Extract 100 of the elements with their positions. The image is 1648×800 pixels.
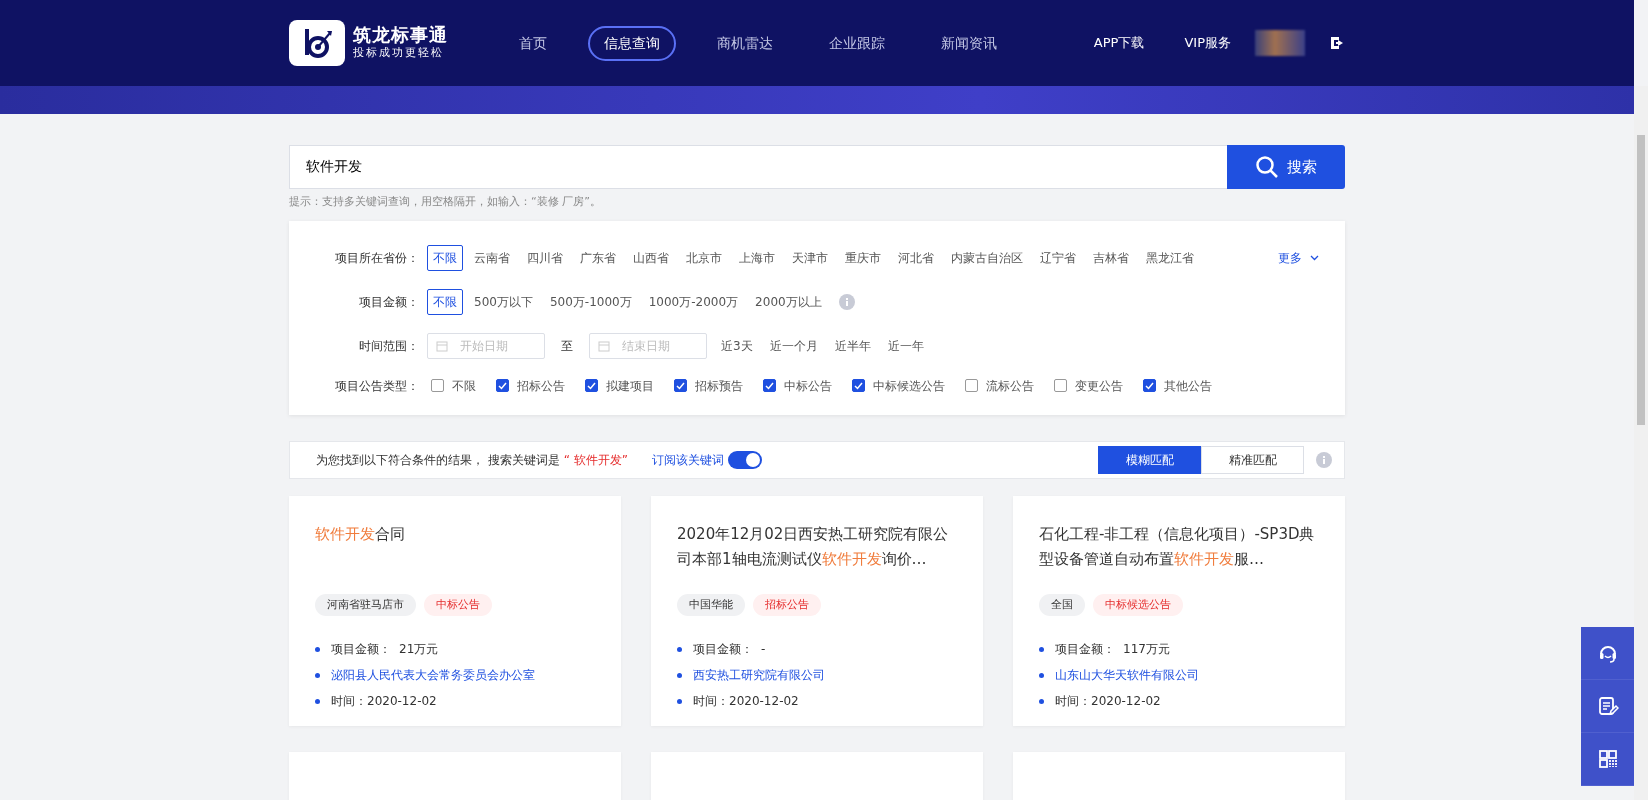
info-icon (838, 293, 855, 310)
search-button[interactable]: 搜索 (1227, 145, 1345, 189)
filter-option[interactable]: 河北省 (892, 244, 940, 271)
match-mode-tab[interactable]: 模糊匹配 (1098, 445, 1201, 474)
checkbox-label: 招标预告 (695, 377, 743, 395)
checkbox[interactable] (674, 379, 687, 392)
amount-label: 项目金额： (331, 641, 391, 658)
result-card[interactable]: 2020年12月02日西安热工研究院有限公司本部1轴电流测试仪软件开发询价… 中国华能 招标公告 项目金额： - 西安热工研究院有限公司 时间：2020-12-02 (651, 495, 983, 726)
chevron-down-icon (1310, 254, 1319, 261)
subscribe-toggle[interactable] (728, 450, 763, 469)
result-card[interactable]: 软件开发合同 河南省驻马店市 中标公告 项目金额： 21万元 泌阳县人民代表大会常务委员会办公室 时间：2020-12-02 (289, 495, 621, 726)
quick-range-option[interactable]: 近一年 (881, 332, 930, 359)
filter-option[interactable]: 重庆市 (839, 244, 887, 271)
filter-option[interactable]: 2000万以上 (749, 288, 828, 315)
checkbox-label: 中标公告 (784, 377, 832, 395)
checkbox[interactable] (763, 379, 776, 392)
match-mode-tab[interactable]: 精准匹配 (1201, 445, 1304, 474)
region-tag: 河南省驻马店市 (315, 593, 416, 616)
filter-option[interactable]: 四川省 (521, 244, 569, 271)
edit-note-icon (1596, 695, 1619, 717)
bullet-icon (677, 672, 682, 678)
amount-value: 117万元 (1123, 641, 1170, 658)
checkbox[interactable] (431, 379, 444, 392)
quick-range-option[interactable]: 近半年 (828, 332, 877, 359)
quick-range-option[interactable]: 近3天 (715, 332, 759, 359)
checkbox-label: 其他公告 (1164, 377, 1212, 395)
qr-code-icon (1596, 748, 1619, 770)
filter-option[interactable]: 天津市 (786, 244, 834, 271)
logout-icon[interactable] (1329, 35, 1345, 51)
filter-label: 项目公告类型： (334, 377, 419, 395)
amount-label: 项目金额： (1055, 641, 1115, 658)
checkbox-label: 中标候选公告 (873, 377, 945, 395)
date-separator: 至 (561, 337, 573, 355)
more-link[interactable]: 更多 (1278, 248, 1319, 267)
quick-range-option[interactable]: 近一个月 (763, 332, 824, 359)
avatar-placeholder[interactable] (1255, 30, 1305, 56)
logo-slogan: 投标成功更轻松 (353, 44, 445, 61)
filter-option[interactable]: 吉林省 (1087, 244, 1135, 271)
nav-tab[interactable]: 信息查询 (588, 25, 676, 61)
filter-option[interactable]: 山西省 (627, 244, 675, 271)
notice-type-tag: 招标公告 (753, 593, 821, 616)
card-title[interactable]: 2020年12月02日西安热工研究院有限公司本部1轴电流测试仪软件开发询价… (677, 521, 957, 572)
checkbox[interactable] (1143, 379, 1156, 392)
filter-option[interactable]: 广东省 (574, 244, 622, 271)
filter-option[interactable]: 500万以下 (468, 288, 539, 315)
search-keyword: “ 软件开发” (563, 451, 629, 469)
card-title[interactable]: 软件开发合同 (315, 521, 595, 572)
nav-tab[interactable]: 首页 (504, 26, 562, 60)
filter-option[interactable]: 北京市 (680, 244, 728, 271)
checkbox-label: 变更公告 (1075, 377, 1123, 395)
checkbox[interactable] (965, 379, 978, 392)
filter-option[interactable]: 云南省 (468, 244, 516, 271)
filter-option[interactable]: 1000万-2000万 (642, 288, 745, 315)
filter-option[interactable]: 黑龙江省 (1140, 244, 1200, 271)
bullet-icon (1039, 672, 1044, 678)
result-card[interactable]: 石化工程-非工程（信息化项目）-SP3D典型设备管道自动布置软件开发服… 全国 中标候选公告 项目金额： 117万元 山东山大华天软件有限公司 时间：2020-12-02 (1013, 495, 1345, 726)
search-field[interactable]: 软件开发 (289, 145, 1227, 189)
notice-type-tag: 中标公告 (424, 593, 492, 616)
organization-link[interactable]: 山东山大华天软件有限公司 (1055, 666, 1199, 684)
bullet-icon (1039, 646, 1044, 652)
filter-label: 项目金额： (358, 293, 419, 311)
nav-tab[interactable]: 新闻资讯 (926, 26, 1012, 60)
checkbox-label: 流标公告 (986, 377, 1034, 395)
publish-date: 时间：2020-12-02 (693, 693, 799, 710)
organization-link[interactable]: 泌阳县人民代表大会常务委员会办公室 (331, 666, 535, 684)
amount-label: 项目金额： (693, 641, 753, 658)
amount-value: 21万元 (399, 641, 439, 658)
logo-text: 筑龙标事通 (353, 24, 448, 45)
filter-option[interactable]: 上海市 (733, 244, 781, 271)
calendar-icon (598, 339, 610, 352)
nav-tab[interactable]: 企业跟踪 (814, 26, 900, 60)
bullet-icon (677, 698, 682, 704)
filter-label: 项目所在省份： (334, 249, 419, 267)
bullet-icon (315, 698, 320, 704)
checkbox[interactable] (585, 379, 598, 392)
region-tag: 中国华能 (677, 593, 745, 616)
header-link[interactable]: APP下载 (1093, 33, 1145, 53)
filter-option[interactable]: 辽宁省 (1034, 244, 1082, 271)
search-hint: 提示：支持多关键词查询，用空格隔开，如输入：“装修 厂房”。 (289, 194, 602, 210)
publish-date: 时间：2020-12-02 (331, 693, 437, 710)
info-icon (1316, 451, 1332, 468)
filter-label: 时间范围： (358, 337, 419, 355)
calendar-icon (436, 339, 448, 352)
bullet-icon (1039, 698, 1044, 704)
checkbox[interactable] (1054, 379, 1067, 392)
scrollbar-thumb[interactable] (1637, 135, 1645, 425)
filter-option[interactable]: 不限 (427, 244, 463, 271)
checkbox[interactable] (496, 379, 509, 392)
nav-tab[interactable]: 商机雷达 (702, 26, 788, 60)
publish-date: 时间：2020-12-02 (1055, 693, 1161, 710)
header-link[interactable]: VIP服务 (1184, 33, 1231, 53)
card-title[interactable]: 石化工程-非工程（信息化项目）-SP3D典型设备管道自动布置软件开发服… (1039, 521, 1319, 572)
checkbox[interactable] (852, 379, 865, 392)
filter-option[interactable]: 内蒙古自治区 (945, 244, 1029, 271)
amount-value: - (761, 641, 766, 658)
logo-icon[interactable] (289, 20, 345, 66)
organization-link[interactable]: 西安热工研究院有限公司 (693, 666, 825, 684)
filter-option[interactable]: 500万-1000万 (543, 288, 638, 315)
checkbox-label: 拟建项目 (606, 377, 654, 395)
filter-option[interactable]: 不限 (427, 288, 463, 315)
